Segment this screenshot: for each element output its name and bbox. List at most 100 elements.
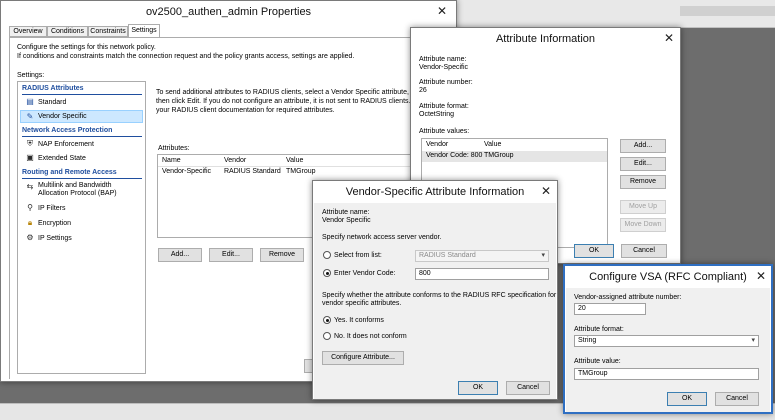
attr-name-label: Attribute name:: [419, 56, 467, 63]
configure-attribute-button[interactable]: Configure Attribute...: [322, 351, 404, 365]
enter-vendor-code-radio[interactable]: [323, 269, 331, 277]
vsa-number-input[interactable]: 20: [574, 303, 646, 315]
vsa-ok-button[interactable]: OK: [458, 381, 498, 395]
vendor-select-dropdown[interactable]: RADIUS Standard ▾: [415, 250, 549, 262]
attr-add-button[interactable]: Add...: [620, 139, 666, 153]
multilink-icon: ⇆: [26, 182, 34, 191]
vsa-cancel-button[interactable]: Cancel: [506, 381, 550, 395]
nav-item-multilink-line1[interactable]: Multilink and Bandwidth: [38, 182, 112, 189]
configure-vsa-cancel-button[interactable]: Cancel: [715, 392, 759, 406]
configure-vsa-dialog: Configure VSA (RFC Compliant) ✕ Vendor-a…: [563, 264, 773, 414]
attr-cancel-button[interactable]: Cancel: [621, 244, 667, 258]
nav-item-encryption[interactable]: Encryption: [38, 220, 71, 227]
vendor-select-value: RADIUS Standard: [419, 252, 476, 259]
nav-item-extended-state[interactable]: Extended State: [38, 155, 86, 162]
configure-vsa-ok-button[interactable]: OK: [667, 392, 707, 406]
enter-vendor-code-label[interactable]: Enter Vendor Code:: [334, 270, 396, 277]
tab-overview[interactable]: Overview: [9, 26, 47, 37]
tab-conditions[interactable]: Conditions: [47, 26, 88, 37]
tab-bar: Overview Conditions Constraints Settings: [9, 24, 449, 37]
attr-values-label: Attribute values:: [419, 128, 470, 135]
column-header-name[interactable]: Name: [162, 157, 181, 164]
column-header-value[interactable]: Value: [484, 141, 501, 148]
description-line-2: then click Edit. If you do not configure…: [156, 98, 421, 105]
nav-header-rra-rule: [22, 178, 142, 179]
attr-move-down-button[interactable]: Move Down: [620, 218, 666, 232]
vsa-value-input[interactable]: TMGroup: [574, 368, 759, 380]
vsa-info-close-button[interactable]: ✕: [536, 184, 556, 200]
yes-conforms-radio[interactable]: [323, 316, 331, 324]
column-header-vendor[interactable]: Vendor: [224, 157, 246, 164]
intro-line-1: Configure the settings for this network …: [17, 44, 156, 51]
column-header-value[interactable]: Value: [286, 157, 303, 164]
tab-constraints[interactable]: Constraints: [88, 26, 128, 37]
vsa-specify-label: Specify network access server vendor.: [322, 234, 442, 241]
table-row[interactable]: Vendor-Specific RADIUS Standard TMGroup: [158, 167, 416, 178]
attr-ok-button[interactable]: OK: [574, 244, 614, 258]
configure-vsa-close-button[interactable]: ✕: [751, 269, 771, 285]
row-value: TMGroup: [484, 152, 514, 159]
select-from-list-label[interactable]: Select from list:: [334, 252, 382, 259]
row-name: Vendor-Specific: [162, 168, 212, 175]
yes-conforms-label[interactable]: Yes. It conforms: [334, 317, 384, 324]
attr-name-value: Vendor-Specific: [419, 64, 469, 71]
nav-header-nap-rule: [22, 136, 142, 137]
vendor-specific-attribute-dialog: Vendor-Specific Attribute Information ✕ …: [312, 180, 558, 400]
add-attribute-button[interactable]: Add...: [158, 248, 202, 262]
chevron-down-icon: ▾: [751, 337, 755, 344]
ip-filters-icon: ⚲: [27, 203, 33, 212]
attribute-information-title: Attribute Information: [495, 33, 596, 45]
attr-format-label: Attribute format:: [419, 103, 469, 110]
table-row[interactable]: Vendor Code: 800 TMGroup: [422, 151, 607, 162]
attributes-label: Attributes:: [158, 145, 190, 152]
settings-label: Settings:: [17, 72, 45, 79]
attr-number-label: Attribute number:: [419, 79, 473, 86]
nav-item-ip-settings[interactable]: IP Settings: [38, 235, 72, 242]
tab-settings[interactable]: Settings: [128, 24, 160, 37]
nap-shield-icon: ⛨: [27, 139, 33, 148]
vsa-format-dropdown[interactable]: String ▾: [574, 335, 759, 347]
vsa-conform-line-1: Specify whether the attribute conforms t…: [322, 292, 557, 299]
nav-item-nap-enforcement[interactable]: NAP Enforcement: [38, 141, 94, 148]
configure-vsa-title: Configure VSA (RFC Compliant): [589, 271, 747, 283]
vsa-number-label: Vendor-assigned attribute number:: [574, 294, 682, 301]
settings-nav: RADIUS Attributes ▤ Standard ✎ Vendor Sp…: [17, 81, 146, 374]
encryption-lock-icon: 🔒︎: [27, 218, 33, 227]
nav-header-radius: RADIUS Attributes: [22, 85, 84, 92]
nav-header-radius-rule: [22, 94, 142, 95]
intro-line-2: If conditions and constraints match the …: [17, 53, 355, 60]
nav-header-nap: Network Access Protection: [22, 127, 113, 134]
edit-attribute-button[interactable]: Edit...: [209, 248, 253, 262]
vsa-value-label: Attribute value:: [574, 358, 621, 365]
attr-edit-button[interactable]: Edit...: [620, 157, 666, 171]
attr-number-value: 26: [419, 87, 427, 94]
column-header-vendor[interactable]: Vendor: [426, 141, 448, 148]
row-value: TMGroup: [286, 168, 316, 175]
properties-close-button[interactable]: ✕: [432, 4, 452, 20]
remove-attribute-button[interactable]: Remove: [260, 248, 304, 262]
properties-title: ov2500_authen_admin Properties: [145, 6, 312, 18]
attr-remove-button[interactable]: Remove: [620, 175, 666, 189]
no-conforms-radio[interactable]: [323, 332, 331, 340]
row-vendor: RADIUS Standard: [224, 168, 281, 175]
extended-state-icon: ▣: [26, 153, 34, 162]
vsa-name-value: Vendor Specific: [322, 217, 371, 224]
nav-item-vendor-specific[interactable]: Vendor Specific: [38, 113, 87, 120]
no-conforms-label[interactable]: No. It does not conform: [334, 333, 407, 340]
select-from-list-radio[interactable]: [323, 251, 331, 259]
attr-move-up-button[interactable]: Move Up: [620, 200, 666, 214]
ip-settings-icon: ⚙: [26, 233, 34, 242]
vsa-info-title: Vendor-Specific Attribute Information: [345, 186, 525, 198]
nav-item-ip-filters[interactable]: IP Filters: [38, 205, 66, 212]
nav-item-multilink-line2[interactable]: Allocation Protocol (BAP): [38, 190, 117, 197]
nav-item-standard[interactable]: Standard: [38, 99, 66, 106]
vendor-specific-icon: ✎: [26, 112, 34, 121]
standard-icon: ▤: [26, 97, 34, 106]
attr-format-value: OctetString: [419, 111, 455, 118]
vsa-format-value: String: [578, 337, 597, 344]
vendor-code-input[interactable]: 800: [415, 268, 549, 280]
attribute-information-close-button[interactable]: ✕: [659, 31, 679, 47]
vsa-conform-line-2: vendor specific attributes.: [322, 300, 402, 307]
chevron-down-icon: ▾: [541, 252, 545, 259]
description-line-1: To send additional attributes to RADIUS …: [156, 89, 423, 96]
